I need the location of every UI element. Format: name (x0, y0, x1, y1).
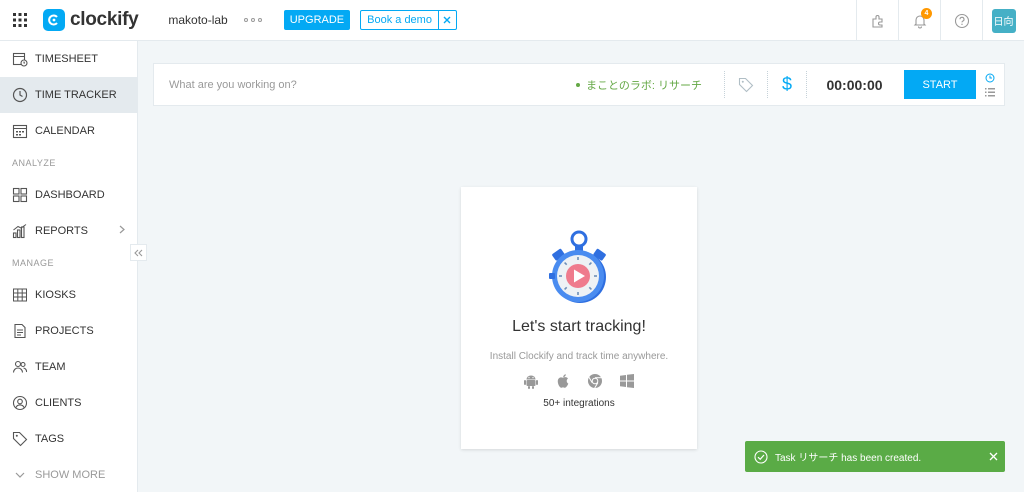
logo-icon (43, 9, 65, 31)
apple-icon[interactable] (554, 372, 572, 390)
time-tracker-bar: まことのラボ: リサーチ $ 00:00:00 START (153, 63, 1005, 106)
timer-display: 00:00:00 (806, 71, 902, 98)
billable-dollar-icon[interactable]: $ (767, 71, 806, 98)
empty-state-card: Let's start tracking! Install Clockify a… (461, 187, 697, 449)
project-selector[interactable]: まことのラボ: リサーチ (575, 77, 724, 93)
extensions-icon[interactable] (856, 0, 898, 41)
sidebar-item-time-tracker[interactable]: TIME TRACKER (0, 77, 137, 113)
apps-grid-icon[interactable] (0, 0, 40, 41)
sidebar: TIMESHEET TIME TRACKER CALENDAR ANALYZE … (0, 41, 138, 492)
chevron-down-icon (12, 467, 28, 483)
book-demo: Book a demo (360, 10, 457, 30)
close-icon[interactable] (437, 11, 456, 29)
section-label-manage: MANAGE (12, 258, 55, 268)
platform-icons (522, 372, 636, 390)
section-label-analyze: ANALYZE (12, 158, 56, 168)
collapse-sidebar-icon[interactable] (130, 244, 147, 261)
timer-mode-icon[interactable] (985, 73, 995, 83)
kiosk-icon (12, 287, 28, 303)
windows-icon[interactable] (618, 372, 636, 390)
reports-icon (12, 223, 28, 239)
chrome-icon[interactable] (586, 372, 604, 390)
description-input[interactable] (154, 64, 576, 105)
upgrade-button[interactable]: UPGRADE (283, 10, 351, 30)
check-circle-icon (754, 449, 768, 464)
start-button[interactable]: START (904, 70, 976, 99)
user-menu[interactable]: 日向 (982, 0, 1024, 41)
avatar: 日向 (991, 8, 1016, 33)
team-icon (12, 359, 28, 375)
stopwatch-illustration (549, 229, 609, 310)
sidebar-item-tags[interactable]: TAGS (0, 421, 137, 457)
android-icon[interactable] (522, 372, 540, 390)
projects-icon (12, 323, 28, 339)
entry-mode-toggle (976, 73, 1004, 97)
clients-icon (12, 395, 28, 411)
empty-state-subtitle: Install Clockify and track time anywhere… (489, 351, 669, 362)
sidebar-item-timesheet[interactable]: TIMESHEET (0, 41, 137, 77)
sidebar-item-dashboard[interactable]: DASHBOARD (0, 177, 137, 213)
timesheet-icon (12, 51, 28, 67)
tag-icon[interactable] (724, 71, 767, 98)
calendar-icon (12, 123, 28, 139)
book-demo-button[interactable]: Book a demo (361, 14, 438, 26)
workspace-name[interactable]: makoto-lab (168, 13, 227, 27)
project-color-dot (575, 82, 580, 87)
chevron-right-icon (119, 225, 125, 237)
top-bar: clockify makoto-lab UPGRADE Book a demo … (0, 0, 1024, 41)
manual-mode-icon[interactable] (985, 87, 995, 97)
notification-badge: 4 (921, 8, 932, 19)
empty-state-title: Let's start tracking! (512, 318, 646, 335)
sidebar-item-projects[interactable]: PROJECTS (0, 313, 137, 349)
integrations-link[interactable]: 50+ integrations (543, 398, 614, 409)
toast-message: Task リサーチ has been created. (775, 453, 922, 464)
sidebar-item-reports[interactable]: REPORTS (0, 213, 137, 249)
sidebar-item-team[interactable]: TEAM (0, 349, 137, 385)
dashboard-icon (12, 187, 28, 203)
success-toast: Task リサーチ has been created. (745, 441, 1005, 472)
show-more-button[interactable]: SHOW MORE (0, 457, 137, 492)
logo-text: clockify (70, 9, 139, 30)
sidebar-item-clients[interactable]: CLIENTS (0, 385, 137, 421)
close-icon[interactable] (981, 452, 1005, 461)
sidebar-item-calendar[interactable]: CALENDAR (0, 113, 137, 149)
logo[interactable]: clockify (43, 9, 139, 31)
help-icon[interactable] (940, 0, 982, 41)
more-options-icon[interactable] (243, 18, 262, 22)
clock-icon (12, 87, 28, 103)
project-name: まことのラボ: リサーチ (585, 79, 702, 92)
notifications-icon[interactable]: 4 (898, 0, 940, 41)
tag-icon (12, 431, 28, 447)
sidebar-item-kiosks[interactable]: KIOSKS (0, 277, 137, 313)
